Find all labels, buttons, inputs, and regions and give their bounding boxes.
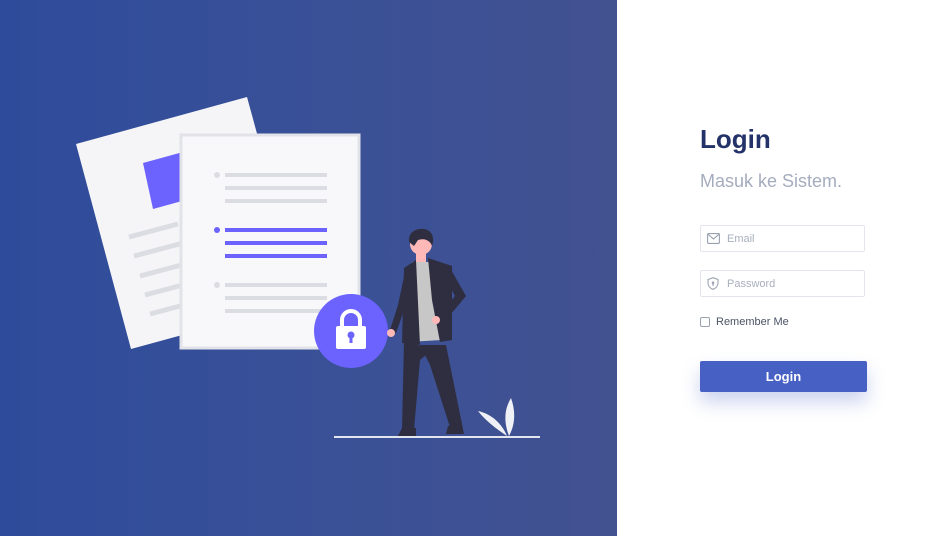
login-title: Login: [700, 124, 771, 154]
envelope-icon: [707, 232, 720, 245]
email-field[interactable]: [700, 225, 865, 252]
password-input[interactable]: [727, 277, 864, 290]
person-figure: [387, 228, 466, 436]
login-panel: Login Masuk ke Sistem. Remember Me Login: [617, 0, 929, 536]
login-subtitle: Masuk ke Sistem.: [700, 171, 843, 191]
login-button[interactable]: Login: [700, 361, 867, 392]
remember-label: Remember Me: [716, 316, 789, 328]
plant-leaves: [478, 398, 515, 436]
remember-me[interactable]: Remember Me: [700, 316, 789, 328]
remember-checkbox[interactable]: [700, 317, 710, 327]
shield-icon: [707, 277, 720, 290]
security-illustration: [76, 97, 540, 438]
email-input[interactable]: [727, 232, 864, 245]
password-field[interactable]: [700, 270, 865, 297]
padlock-icon: [314, 294, 388, 368]
illustration-panel: [0, 0, 617, 536]
